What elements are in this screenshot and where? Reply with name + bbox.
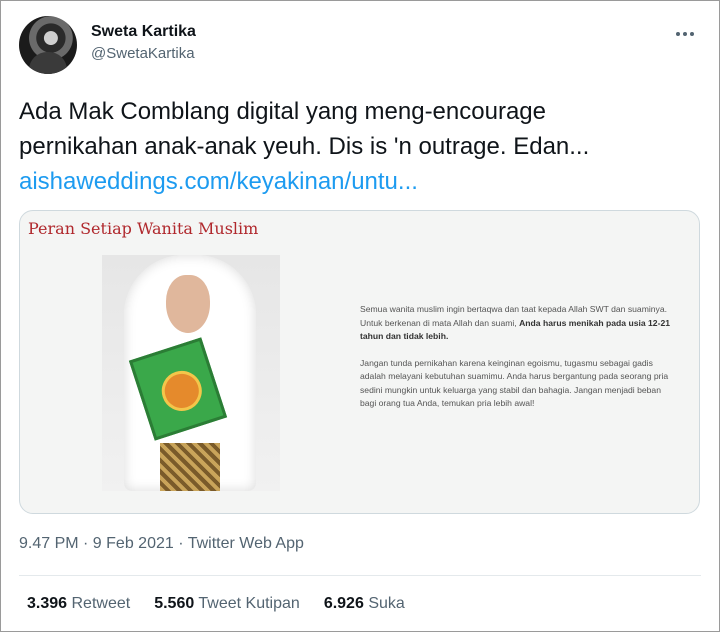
like-label: Suka <box>368 595 405 612</box>
quote-number: 5.560 <box>154 595 195 612</box>
card-paragraph-2: Jangan tunda pernikahan karena keinginan… <box>360 357 669 409</box>
media-card[interactable]: Peran Setiap Wanita Muslim Semua wanita … <box>19 210 700 514</box>
tweet-text-line-1: Ada Mak Comblang digital yang meng-encou… <box>19 98 546 125</box>
more-dot <box>676 32 680 36</box>
photo-skirt <box>160 443 220 491</box>
like-number: 6.926 <box>323 595 364 612</box>
tweet-text: Ada Mak Comblang digital yang meng-encou… <box>19 94 699 199</box>
author-block: Sweta Kartika @SwetaKartika <box>91 23 196 62</box>
photo-face <box>166 275 210 333</box>
avatar[interactable] <box>19 16 77 74</box>
divider <box>19 575 701 576</box>
tweet-link[interactable]: aishaweddings.com/keyakinan/untu... <box>19 164 699 199</box>
tweet-meta[interactable]: 9.47 PM · 9 Feb 2021 · Twitter Web App <box>19 535 304 553</box>
author-handle[interactable]: @SwetaKartika <box>91 45 196 62</box>
more-dot <box>690 32 694 36</box>
card-body: Semua wanita muslim ingin bertaqwa dan t… <box>360 303 678 424</box>
tweet-text-line-2: pernikahan anak-anak yeuh. Dis is 'n out… <box>19 133 590 160</box>
card-photo <box>102 255 280 491</box>
quote-count[interactable]: 5.560 Tweet Kutipan <box>154 595 300 613</box>
retweet-count[interactable]: 3.396 Retweet <box>27 595 130 613</box>
card-title: Peran Setiap Wanita Muslim <box>28 219 259 238</box>
author-display-name[interactable]: Sweta Kartika <box>91 23 196 41</box>
tweet-frame: Sweta Kartika @SwetaKartika Ada Mak Comb… <box>0 0 720 632</box>
tweet-stats: 3.396 Retweet 5.560 Tweet Kutipan 6.926 … <box>27 595 405 613</box>
retweet-number: 3.396 <box>27 595 68 612</box>
tweet-header: Sweta Kartika @SwetaKartika <box>19 16 701 74</box>
more-icon[interactable] <box>671 24 699 44</box>
like-count[interactable]: 6.926 Suka <box>324 595 405 613</box>
more-dot <box>683 32 687 36</box>
card-paragraph-1: Semua wanita muslim ingin bertaqwa dan t… <box>360 303 678 344</box>
retweet-label: Retweet <box>71 595 131 612</box>
quote-label: Tweet Kutipan <box>198 595 300 612</box>
